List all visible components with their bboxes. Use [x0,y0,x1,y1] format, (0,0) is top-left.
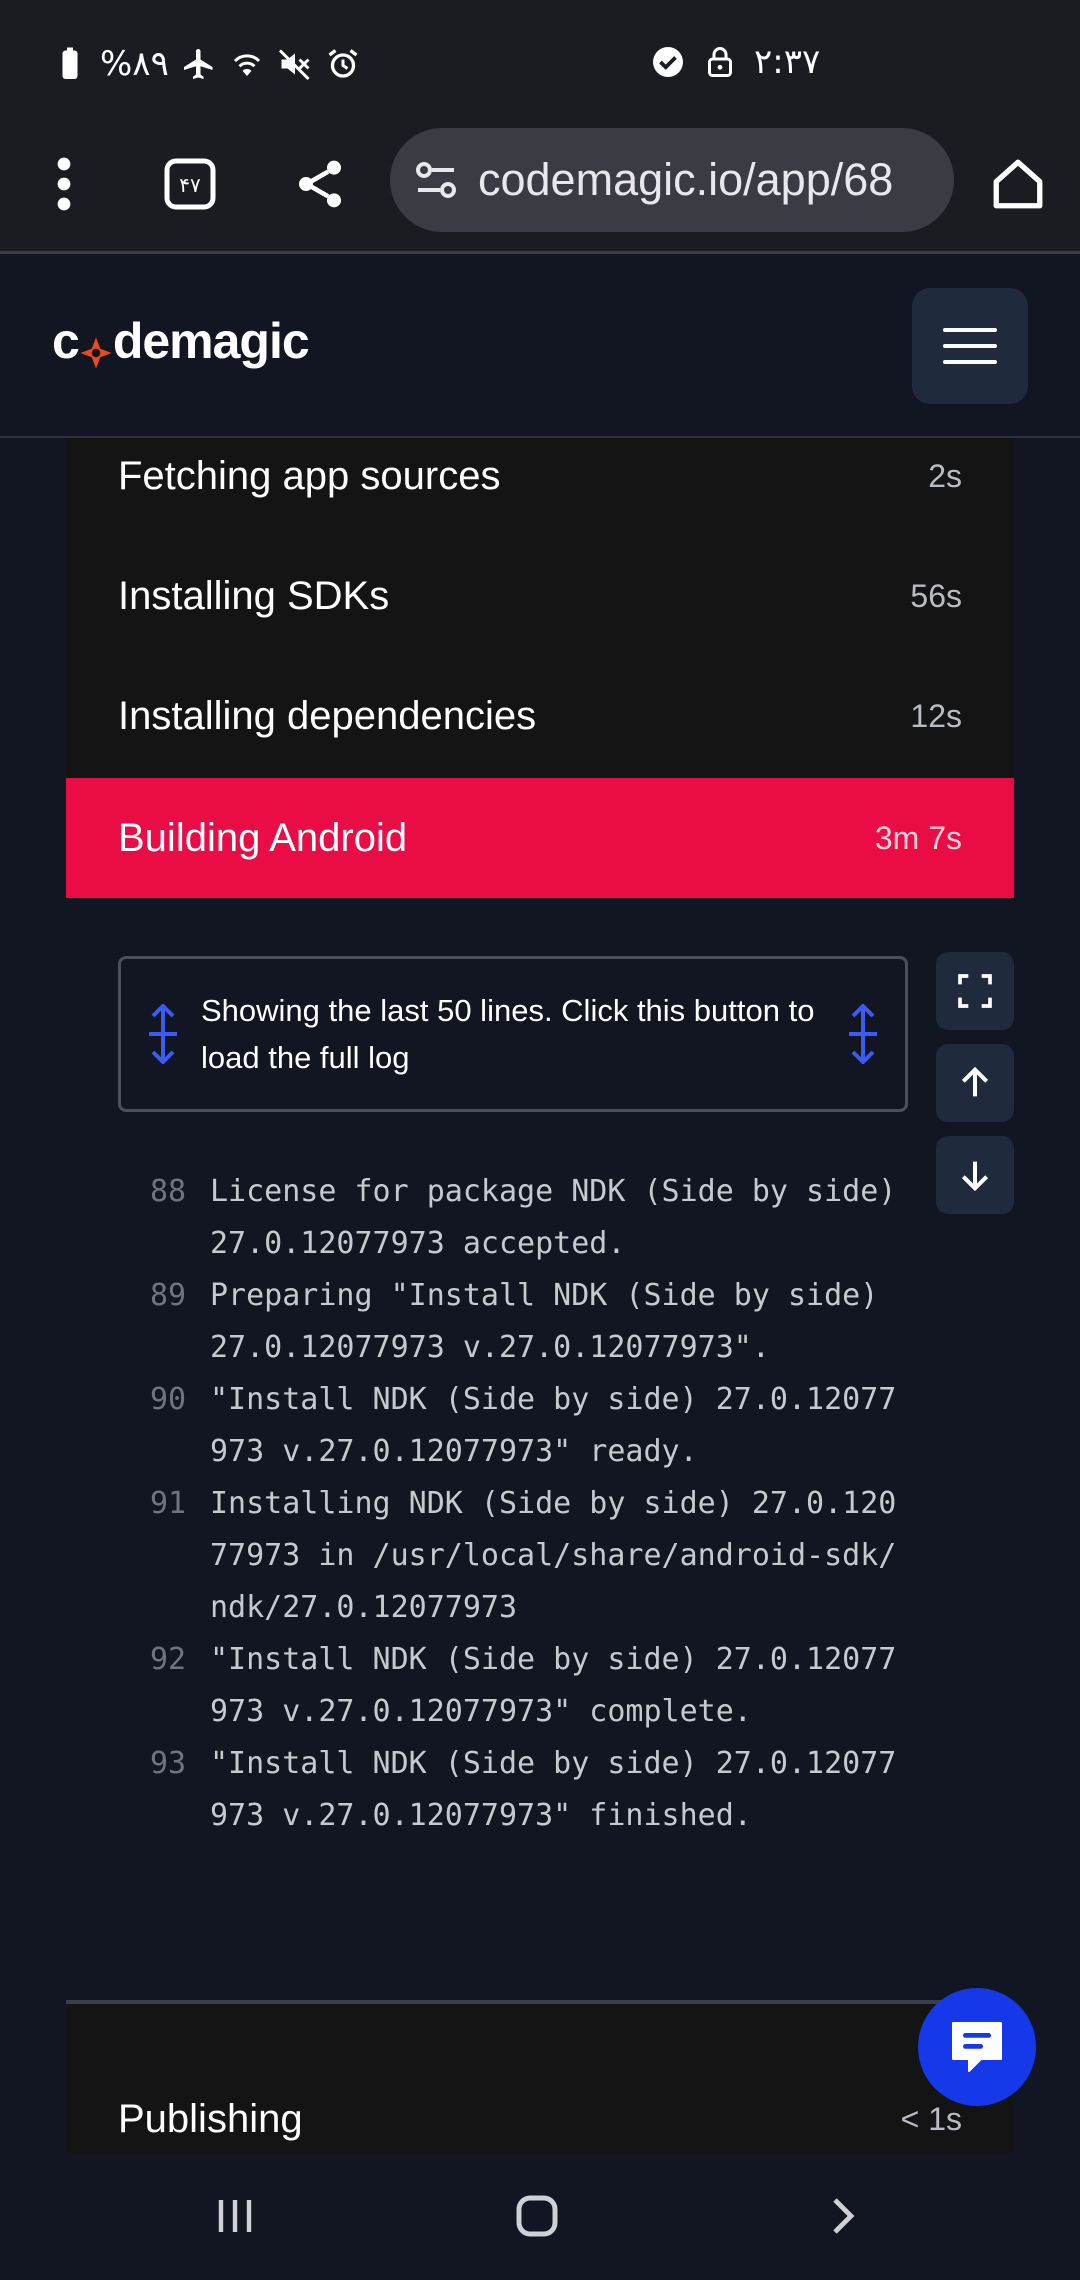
home-icon[interactable] [978,144,1058,224]
log-line: 92 "Install NDK (Side by side) 27.0.1207… [150,1634,910,1738]
log-notice-text: Showing the last 50 lines. Click this bu… [201,993,815,1075]
log-line: 91 Installing NDK (Side by side) 27.0.12… [150,1478,910,1634]
arrow-up-icon [961,1066,989,1097]
url-text[interactable]: codemagic.io/app/68 [478,154,938,206]
step-name: Installing dependencies [118,693,537,738]
step-name: Publishing [118,2096,303,2141]
log-line-text: "Install NDK (Side by side) 27.0.1207797… [210,1642,897,1729]
site-header: c demagic [0,254,1080,438]
browser-toolbar: ۴۷ codemagic.io/app/68 [0,120,1080,254]
codemagic-logo[interactable]: c demagic [52,312,310,370]
log-line-number: 92 [150,1642,187,1677]
step-name: Fetching app sources [118,453,501,498]
log-line-number: 93 [150,1746,187,1781]
log-line-text: "Install NDK (Side by side) 27.0.1207797… [210,1746,897,1833]
share-icon[interactable] [280,144,360,224]
fullscreen-button[interactable] [936,952,1014,1030]
airplane-mode-icon [181,46,217,82]
clock: ۲:۳۷ [754,42,821,82]
logo-text-left: c [52,313,80,369]
step-fetching-app-sources[interactable]: Fetching app sources 2s [66,416,1014,536]
mute-icon [277,46,313,82]
chat-button[interactable] [918,1988,1036,2106]
site-settings-icon[interactable] [412,156,460,204]
status-bar: %۸۹ ۲:۳۷ [0,0,1080,120]
scroll-to-bottom-button[interactable] [936,1136,1014,1214]
menu-icon [943,328,997,364]
battery-percent: %۸۹ [100,44,169,84]
tab-count: ۴۷ [179,173,201,197]
log-line: 89 Preparing "Install NDK (Side by side)… [150,1270,910,1374]
address-bar[interactable]: codemagic.io/app/68 [390,128,954,232]
step-installing-dependencies[interactable]: Installing dependencies 12s [66,656,1014,776]
log-line-text: "Install NDK (Side by side) 27.0.1207797… [210,1382,897,1469]
hamburger-menu-button[interactable] [912,288,1028,404]
recent-apps-icon[interactable] [190,2176,280,2256]
lock-icon [702,44,738,80]
log-line-number: 91 [150,1486,187,1521]
step-duration: < 1s [900,2100,962,2137]
log-line: 90 "Install NDK (Side by side) 27.0.1207… [150,1374,910,1478]
home-nav-icon[interactable] [492,2176,582,2256]
scroll-to-top-button[interactable] [936,1044,1014,1122]
status-center: ۲:۳۷ [650,42,820,82]
log-line: 88 License for package NDK (Side by side… [150,1166,910,1270]
log-line: 93 "Install NDK (Side by side) 27.0.1207… [150,1738,910,1842]
arrow-down-icon [961,1161,989,1192]
log-line-number: 89 [150,1278,187,1313]
logo-text-right: demagic [112,313,310,369]
back-icon[interactable] [796,2176,886,2256]
more-options-icon[interactable] [24,144,104,224]
step-installing-sdks[interactable]: Installing SDKs 56s [66,536,1014,656]
check-circle-icon [650,44,686,80]
tab-switcher-button[interactable]: ۴۷ [150,144,230,224]
logo-mark-icon [79,324,113,369]
log-line-text: Preparing "Install NDK (Side by side) 27… [210,1278,879,1365]
log-line-number: 90 [150,1382,187,1417]
load-full-log-button[interactable]: Showing the last 50 lines. Click this bu… [118,956,908,1112]
system-nav-bar [0,2154,1080,2280]
battery-icon [52,46,88,82]
step-duration: 3m 7s [874,819,962,856]
log-output: 88 License for package NDK (Side by side… [150,1166,910,1842]
log-line-number: 88 [150,1174,187,1209]
step-name: Installing SDKs [118,573,390,618]
expand-vertical-icon [849,1004,877,1064]
step-duration: 56s [910,577,962,614]
chat-bubble-icon [952,2022,1002,2072]
screen: %۸۹ ۲:۳۷ ۴۷ codemagic.io/app/68 c demagi… [0,0,1080,2280]
wifi-icon [229,46,265,82]
step-name: Building Android [118,815,408,860]
fullscreen-icon [958,974,992,1008]
log-line-text: License for package NDK (Side by side) 2… [210,1174,897,1261]
status-left: %۸۹ [52,44,361,84]
expand-vertical-icon [149,1004,177,1064]
alarm-icon [325,46,361,82]
step-building-android[interactable]: Building Android 3m 7s [66,778,1014,898]
step-duration: 12s [910,697,962,734]
step-duration: 2s [928,457,962,494]
log-line-text: Installing NDK (Side by side) 27.0.12077… [210,1486,897,1625]
